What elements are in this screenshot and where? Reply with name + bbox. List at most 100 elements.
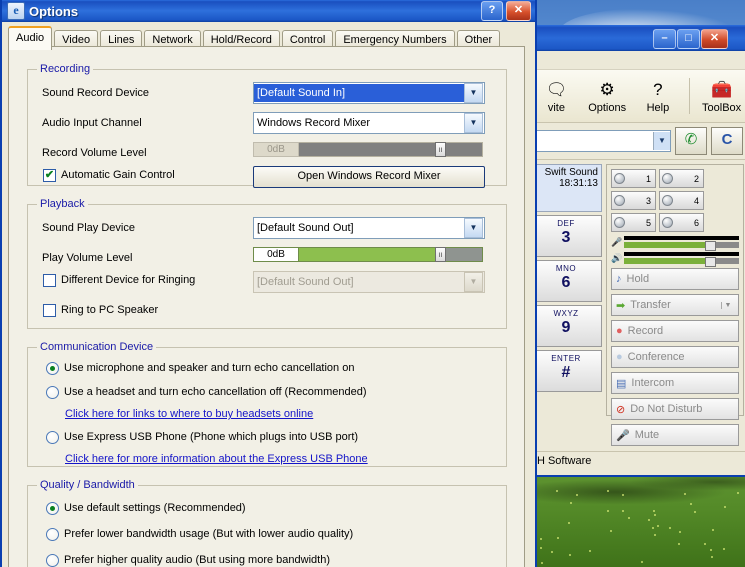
ring-to-pc-speaker-checkbox[interactable] <box>43 304 56 317</box>
intercom-label: Intercom <box>631 377 675 389</box>
close-button[interactable]: ✕ <box>506 1 531 21</box>
dialog-title: Options <box>29 3 79 19</box>
dial-key-letters: DEF <box>557 219 575 228</box>
background-app-menubar[interactable] <box>527 51 745 70</box>
line-buttons-group: 1 2 3 4 5 6 <box>611 169 739 232</box>
hold-button[interactable]: ♪ Hold <box>611 268 739 290</box>
background-app-window[interactable]: – □ ✕ 🗨 vite ⚙ Options ? Help 🧰 ToolBox … <box>525 25 745 477</box>
line-button-3[interactable]: 3 <box>611 191 656 210</box>
app-logo-icon: e <box>7 2 25 20</box>
toolbar-label: Help <box>646 102 670 114</box>
conference-button[interactable]: ● Conference <box>611 346 739 368</box>
automatic-gain-control-checkbox[interactable]: ✔ <box>43 169 56 182</box>
do-not-disturb-button[interactable]: ⊘ Do Not Disturb <box>611 398 739 420</box>
grass-speck <box>651 526 654 529</box>
record-button[interactable]: ● Record <box>611 320 739 342</box>
radio-mic-speaker[interactable] <box>46 362 59 375</box>
background-app-dial-row[interactable]: ▼ ✆ C <box>527 123 745 160</box>
dial-key-9[interactable]: WXYZ 9 <box>530 305 602 347</box>
dial-number-combo[interactable]: ▼ <box>531 130 671 152</box>
radio-higher-quality-label: Prefer higher quality audio (But using m… <box>64 554 330 566</box>
line-number: 6 <box>693 217 699 228</box>
mic-volume-slider[interactable] <box>624 241 739 251</box>
radio-default-settings-label: Use default settings (Recommended) <box>64 502 246 514</box>
mute-label: Mute <box>634 429 660 441</box>
transfer-label: Transfer <box>630 299 671 311</box>
play-volume-knob[interactable]: ıı <box>435 247 446 262</box>
line-button-1[interactable]: 1 <box>611 169 656 188</box>
radio-default-settings[interactable] <box>46 502 59 515</box>
line-button-4[interactable]: 4 <box>659 191 704 210</box>
call-button[interactable]: ✆ <box>675 127 707 155</box>
toolbar-item-invite[interactable]: 🗨 vite <box>531 78 582 114</box>
speaker-volume-slider[interactable] <box>624 257 739 267</box>
dialog-titlebar[interactable]: e Options ? ✕ <box>2 0 535 22</box>
mic-volume-knob[interactable] <box>704 241 716 251</box>
line-lamp-icon <box>662 195 673 206</box>
radio-headset[interactable] <box>46 386 59 399</box>
line-button-2[interactable]: 2 <box>659 169 704 188</box>
radio-lower-bandwidth-label: Prefer lower bandwidth usage (But with l… <box>64 528 354 540</box>
options-dialog[interactable]: e Options ? ✕ Audio Video Lines Network … <box>0 0 537 567</box>
grass-hill <box>525 470 745 567</box>
mute-mic-icon: 🎤 <box>616 429 630 442</box>
dial-key-letters: MNO <box>555 264 577 273</box>
dial-key-hash[interactable]: ENTER # <box>530 350 602 392</box>
playback-group-title: Playback <box>37 198 88 210</box>
clear-button[interactable]: C <box>711 127 743 155</box>
sound-play-device-combo[interactable]: [Default Sound Out] ▼ <box>253 217 485 239</box>
transfer-button[interactable]: ➡ Transfer ▼ <box>611 294 739 316</box>
intercom-button[interactable]: ▤ Intercom <box>611 372 739 394</box>
play-volume-slider[interactable]: 0dB ıı <box>253 247 483 262</box>
record-volume-knob[interactable]: ıı <box>435 142 446 157</box>
help-button[interactable]: ? <box>481 1 503 21</box>
line-lamp-icon <box>662 217 673 228</box>
grass-speck <box>550 550 553 553</box>
minimize-button[interactable]: – <box>653 29 676 49</box>
maximize-button[interactable]: □ <box>677 29 700 49</box>
speaker-icon: 🔊 <box>611 252 623 263</box>
line-button-5[interactable]: 5 <box>611 213 656 232</box>
audio-input-channel-combo[interactable]: Windows Record Mixer ▼ <box>253 112 485 134</box>
chevron-down-icon[interactable]: ▼ <box>464 218 483 238</box>
toolbar-item-help[interactable]: ? Help <box>633 78 684 114</box>
phone-handset-icon: ✆ <box>684 131 698 148</box>
different-device-for-ringing-checkbox[interactable] <box>43 274 56 287</box>
toolbar-item-options[interactable]: ⚙ Options <box>582 78 633 114</box>
dial-key-6[interactable]: MNO 6 <box>530 260 602 302</box>
usb-phone-link[interactable]: Click here for more information about th… <box>65 453 368 465</box>
toolbar-item-toolbox[interactable]: 🧰 ToolBox <box>696 78 745 114</box>
headsets-link[interactable]: Click here for links to where to buy hea… <box>65 408 313 420</box>
check-mark-icon: ✔ <box>44 169 55 181</box>
sound-record-device-combo[interactable]: [Default Sound In] ▼ <box>253 82 485 104</box>
chevron-down-icon[interactable]: ▼ <box>721 301 734 309</box>
radio-lower-bandwidth[interactable] <box>46 528 59 541</box>
background-app-statusbar: CH Software <box>527 451 745 475</box>
grass-speck <box>641 561 644 564</box>
close-button[interactable]: ✕ <box>701 29 728 49</box>
hold-label: Hold <box>626 273 650 285</box>
recording-group: Recording Sound Record Device [Default S… <box>27 63 507 188</box>
mute-button[interactable]: 🎤 Mute <box>611 424 739 446</box>
grass-speck <box>668 527 671 530</box>
toolbox-icon: 🧰 <box>711 80 733 99</box>
line-button-6[interactable]: 6 <box>659 213 704 232</box>
chevron-down-icon[interactable]: ▼ <box>464 83 483 103</box>
chevron-down-icon[interactable]: ▼ <box>653 132 670 150</box>
radio-higher-quality[interactable] <box>46 554 59 567</box>
tab-audio[interactable]: Audio <box>8 26 53 50</box>
grass-speck <box>621 493 624 496</box>
record-volume-slider[interactable]: 0dB ıı <box>253 142 483 157</box>
grass-speck <box>556 490 559 492</box>
radio-mic-speaker-label: Use microphone and speaker and turn echo… <box>64 362 355 374</box>
background-app-titlebar[interactable]: – □ ✕ <box>527 25 745 51</box>
open-windows-record-mixer-button[interactable]: Open Windows Record Mixer <box>253 166 485 188</box>
record-volume-value: 0dB <box>253 142 299 157</box>
grass-speck <box>690 502 693 505</box>
radio-usb-phone[interactable] <box>46 431 59 444</box>
background-app-toolbar[interactable]: 🗨 vite ⚙ Options ? Help 🧰 ToolBox <box>527 70 745 123</box>
chevron-down-icon[interactable]: ▼ <box>464 113 483 133</box>
speaker-volume-knob[interactable] <box>704 257 716 267</box>
speaker-volume-fill <box>624 258 707 264</box>
dial-key-3[interactable]: DEF 3 <box>530 215 602 257</box>
